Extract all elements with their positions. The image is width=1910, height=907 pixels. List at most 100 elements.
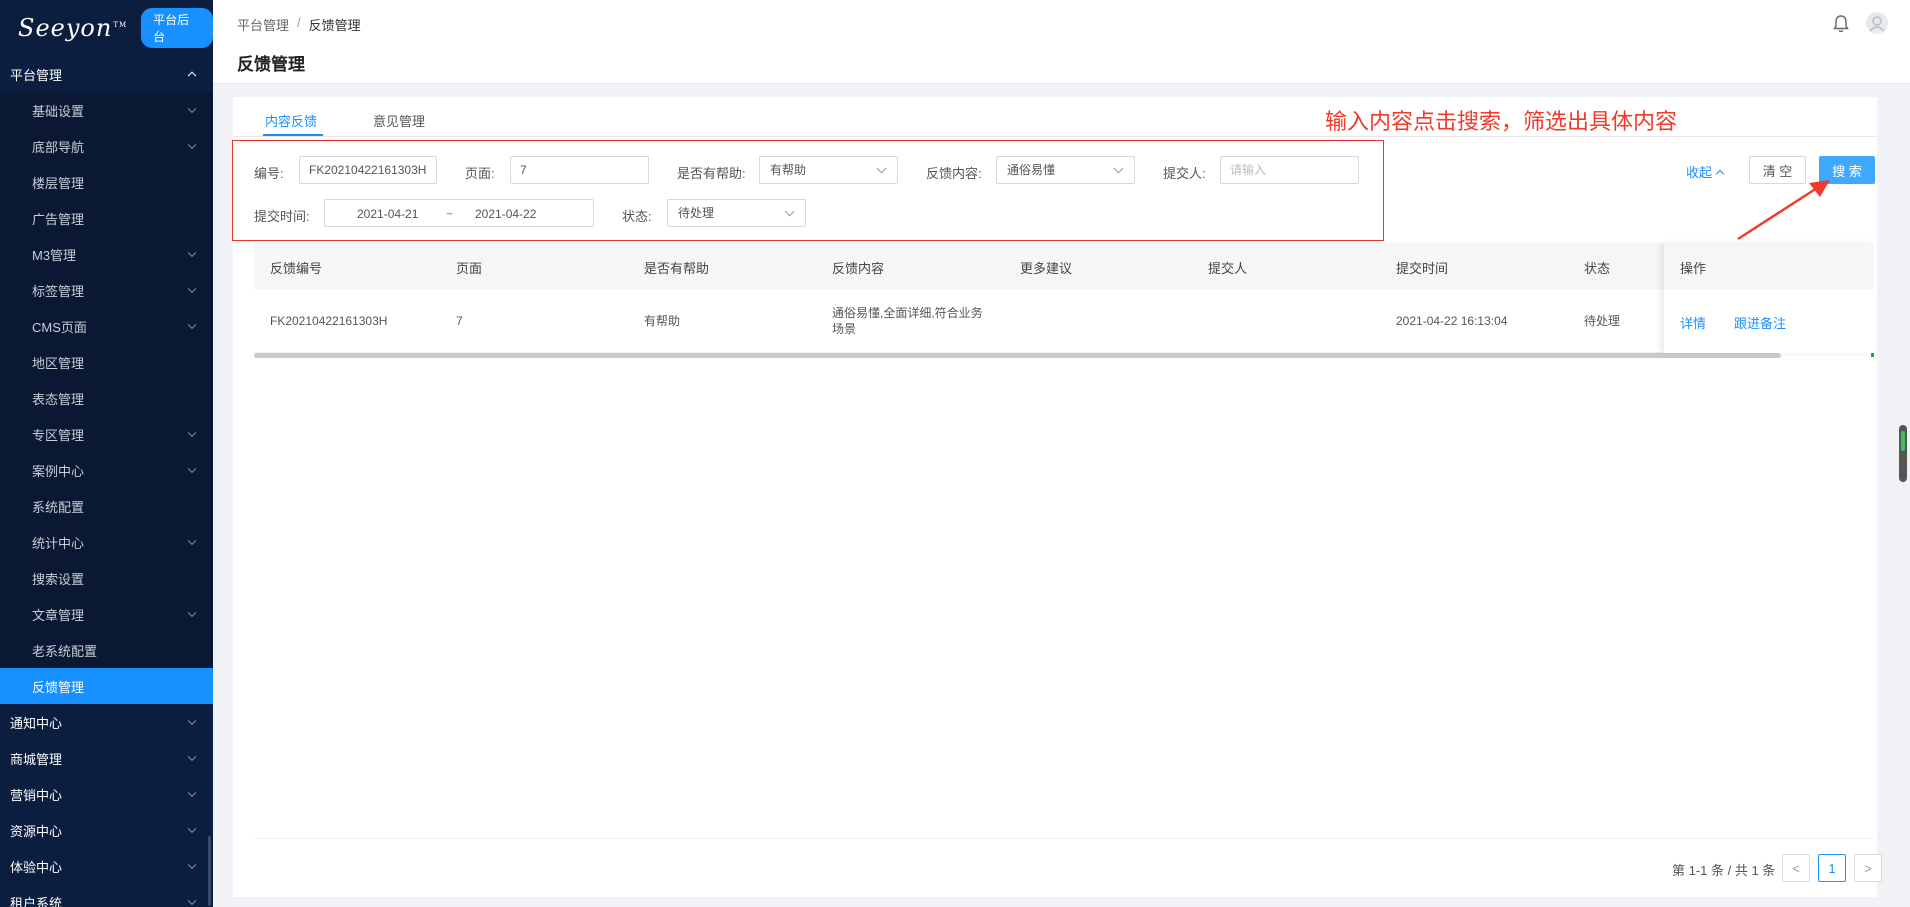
chevron-down-icon	[187, 428, 197, 438]
chevron-down-icon	[187, 716, 197, 726]
chevron-up-icon	[187, 71, 197, 81]
pagination-divider	[254, 838, 1874, 839]
operations-header: 操作	[1664, 243, 1874, 289]
sidebar-group-platform[interactable]: 平台管理	[0, 56, 213, 92]
chevron-down-icon	[784, 206, 795, 217]
page-1-button[interactable]: 1	[1818, 854, 1846, 882]
code-input[interactable]	[299, 156, 437, 184]
chevron-down-icon	[187, 248, 197, 258]
sidebar-item-tags[interactable]: 标签管理	[0, 272, 213, 308]
next-page-button[interactable]: >	[1854, 854, 1882, 882]
sidebar-item-label: 表态管理	[32, 391, 85, 407]
code-label: 编号:	[254, 166, 284, 181]
column-header-operations: 操作	[1680, 261, 1707, 276]
column-header-submitter: 提交人	[1208, 261, 1248, 276]
sidebar-item-label: 楼层管理	[32, 175, 85, 191]
column-header-suggestion: 更多建议	[1020, 261, 1073, 276]
breadcrumb-item-platform[interactable]: 平台管理	[237, 15, 289, 34]
submitter-input[interactable]	[1220, 156, 1359, 184]
platform-badge: 平台后台	[141, 8, 213, 48]
sidebar-group-experience[interactable]: 体验中心	[0, 848, 213, 884]
detail-link[interactable]: 详情	[1680, 313, 1706, 332]
sidebar-item-basic[interactable]: 基础设置	[0, 92, 213, 128]
chevron-up-icon	[1715, 169, 1725, 178]
chevron-down-icon	[187, 896, 197, 906]
sidebar-item-search[interactable]: 搜索设置	[0, 560, 213, 596]
bell-icon[interactable]	[1832, 14, 1850, 34]
pagination-summary: 第 1-1 条 / 共 1 条	[1672, 863, 1776, 878]
sidebar-item-legacy[interactable]: 老系统配置	[0, 632, 213, 668]
page-scrollbar-thumb	[1901, 431, 1905, 451]
sidebar-item-stats[interactable]: 统计中心	[0, 524, 213, 560]
column-header-status: 状态	[1584, 261, 1611, 276]
cell-page: 7	[456, 314, 463, 328]
sidebar-item-region[interactable]: 地区管理	[0, 344, 213, 380]
submit-time-range-picker[interactable]: 2021-04-21 ~ 2021-04-22	[324, 199, 594, 227]
sidebar-item-m3[interactable]: M3管理	[0, 236, 213, 272]
column-header-code: 反馈编号	[270, 261, 323, 276]
scroll-end-marker	[1871, 353, 1874, 357]
page-input[interactable]	[510, 156, 649, 184]
chevron-down-icon	[1113, 163, 1124, 174]
sidebar-item-attitude[interactable]: 表态管理	[0, 380, 213, 416]
follow-up-note-link[interactable]: 跟进备注	[1734, 313, 1786, 332]
chevron-down-icon	[187, 752, 197, 762]
chevron-down-icon	[187, 464, 197, 474]
chevron-down-icon	[187, 140, 197, 150]
column-header-helpful: 是否有帮助	[644, 261, 710, 276]
page-scrollbar[interactable]	[1899, 425, 1907, 482]
sidebar-item-system[interactable]: 系统配置	[0, 488, 213, 524]
sidebar-item-label: 系统配置	[32, 499, 85, 515]
sidebar-group-notify[interactable]: 通知中心	[0, 704, 213, 740]
cell-time: 2021-04-22 16:13:04	[1396, 314, 1508, 328]
status-select[interactable]: 待处理	[667, 199, 806, 227]
sidebar-item-label: 统计中心	[32, 535, 85, 551]
status-label: 状态:	[622, 209, 652, 224]
operations-column: 操作 详情 跟进备注	[1664, 243, 1874, 353]
submit-time-label: 提交时间:	[254, 209, 310, 224]
status-select-value: 待处理	[678, 206, 715, 220]
user-icon	[1869, 16, 1885, 32]
sidebar-item-bottom-nav[interactable]: 底部导航	[0, 128, 213, 164]
sidebar-item-cases[interactable]: 案例中心	[0, 452, 213, 488]
sidebar-group-mall[interactable]: 商城管理	[0, 740, 213, 776]
tab-opinion-management[interactable]: 意见管理	[373, 111, 425, 130]
tab-content-feedback[interactable]: 内容反馈	[265, 111, 317, 130]
sidebar-group-label: 租户系统	[10, 895, 63, 907]
seeyon-logo: SeeyonTM	[18, 14, 128, 42]
sidebar-group-label: 资源中心	[10, 823, 63, 839]
sidebar-item-label: 专区管理	[32, 427, 85, 443]
table-row: FK20210422161303H 7 有帮助 通俗易懂,全面详细,符合业务 场…	[254, 289, 1874, 353]
collapse-button[interactable]: 收起	[1686, 162, 1725, 181]
sidebar-group-tenant[interactable]: 租户系统	[0, 884, 213, 907]
sidebar-scrollbar[interactable]	[208, 836, 211, 906]
top-header: 平台管理 / 反馈管理 反馈管理	[213, 0, 1910, 84]
chevron-down-icon	[187, 320, 197, 330]
helpful-select-value: 有帮助	[770, 163, 807, 177]
sidebar-group-resources[interactable]: 资源中心	[0, 812, 213, 848]
sidebar-item-label: 地区管理	[32, 355, 85, 371]
logo-row: SeeyonTM 平台后台	[0, 0, 213, 56]
prev-page-button[interactable]: <	[1782, 854, 1810, 882]
avatar[interactable]	[1866, 12, 1888, 34]
sidebar-item-floor[interactable]: 楼层管理	[0, 164, 213, 200]
sidebar-item-articles[interactable]: 文章管理	[0, 596, 213, 632]
chevron-down-icon	[187, 104, 197, 114]
content-select[interactable]: 通俗易懂	[996, 156, 1135, 184]
sidebar-item-zone[interactable]: 专区管理	[0, 416, 213, 452]
sidebar-item-label: M3管理	[32, 247, 77, 263]
sidebar-item-ads[interactable]: 广告管理	[0, 200, 213, 236]
sidebar: SeeyonTM 平台后台 平台管理 基础设置 底部导航 楼层管理 广告管理 M…	[0, 0, 213, 907]
table-horizontal-scrollbar[interactable]	[254, 353, 1781, 358]
sidebar-item-cms[interactable]: CMS页面	[0, 308, 213, 344]
content-select-value: 通俗易懂	[1007, 163, 1056, 177]
helpful-select[interactable]: 有帮助	[759, 156, 898, 184]
sidebar-group-marketing[interactable]: 营销中心	[0, 776, 213, 812]
submitter-label: 提交人:	[1163, 166, 1206, 181]
chevron-right-icon: >	[1864, 860, 1872, 876]
annotation-note: 输入内容点击搜索，筛选出具体内容	[1325, 109, 1678, 134]
sidebar-item-feedback[interactable]: 反馈管理	[0, 668, 213, 704]
time-end-value: 2021-04-22	[475, 207, 537, 221]
tab-active-indicator	[263, 134, 323, 136]
column-header-time: 提交时间	[1396, 261, 1449, 276]
